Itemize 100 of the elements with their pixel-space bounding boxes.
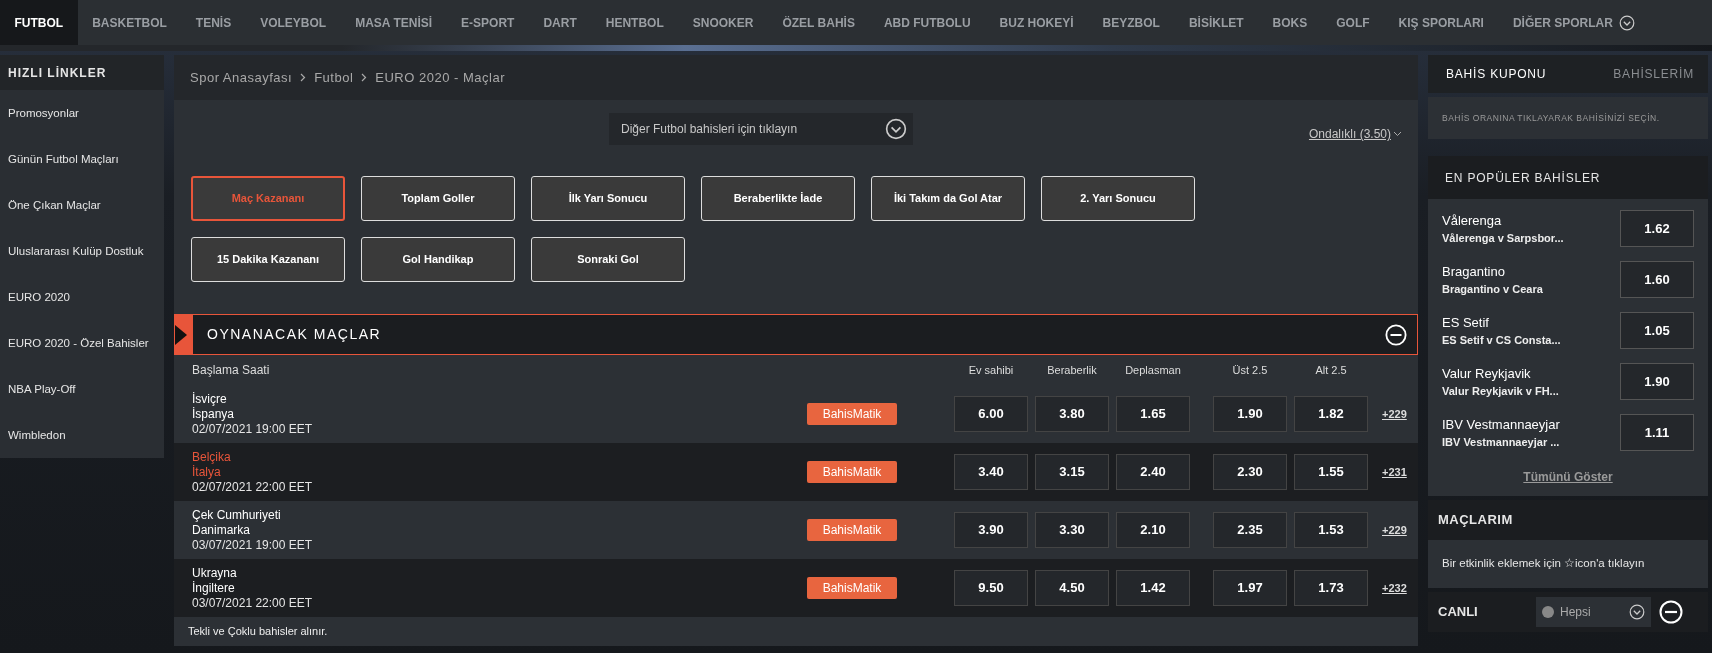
sport-tab[interactable]: KIŞ SPORLARI <box>1384 0 1499 45</box>
team-name[interactable]: İtalya <box>192 464 807 480</box>
odds-button[interactable]: 1.05 <box>1620 312 1694 349</box>
live-filter-dropdown[interactable]: Hepsi <box>1536 597 1651 627</box>
odds-button[interactable]: 2.40 <box>1116 454 1190 490</box>
selection-name: ES Setif <box>1442 313 1490 332</box>
odds-button[interactable]: 1.42 <box>1116 570 1190 606</box>
team-name[interactable]: Çek Cumhuriyeti <box>192 507 807 523</box>
sport-tab[interactable]: GOLF <box>1321 0 1385 45</box>
odds-button[interactable]: 1.62 <box>1620 210 1694 247</box>
odds-button[interactable]: 3.80 <box>1035 396 1109 432</box>
sidebar-link[interactable]: Wimbledon <box>0 412 164 458</box>
sport-tab[interactable]: SNOOKER <box>678 0 768 45</box>
my-matches-title: MAÇLARIM <box>1438 511 1513 530</box>
caret-down-icon <box>1393 131 1402 137</box>
more-markets-link[interactable]: +229 <box>1382 405 1407 423</box>
radio-dot-icon <box>1542 606 1554 618</box>
odds-button[interactable]: 1.90 <box>1213 396 1287 432</box>
sport-tab[interactable]: HENTBOL <box>591 0 679 45</box>
sport-tab[interactable]: BEYZBOL <box>1088 0 1175 45</box>
coupon-tab[interactable]: BAHİSLERİM <box>1613 65 1694 83</box>
sport-tab[interactable]: FUTBOL <box>0 0 78 45</box>
market-button[interactable]: Toplam Goller <box>361 176 515 221</box>
event-name: IBV Vestmannaeyjar ... <box>1442 435 1560 450</box>
match-time: 02/07/2021 19:00 EET <box>192 421 314 437</box>
odds-button[interactable]: 1.53 <box>1294 512 1368 548</box>
odds-button[interactable]: 1.97 <box>1213 570 1287 606</box>
breadcrumb-current[interactable]: EURO 2020 - Maçlar <box>375 67 505 88</box>
sidebar-link[interactable]: NBA Play-Off <box>0 366 164 412</box>
event-name: ES Setif v CS Consta... <box>1442 333 1561 348</box>
sidebar-link[interactable]: EURO 2020 - Özel Bahisler <box>0 320 164 366</box>
sport-tab[interactable]: BASKETBOL <box>77 0 182 45</box>
column-header: Beraberlik <box>1046 362 1098 378</box>
team-name[interactable]: İspanya <box>192 406 807 422</box>
sport-tab[interactable]: MASA TENİSİ <box>340 0 447 45</box>
column-header: Üst 2.5 <box>1231 362 1269 378</box>
odds-button[interactable]: 6.00 <box>954 396 1028 432</box>
sport-tab[interactable]: E-SPORT <box>446 0 529 45</box>
sport-tab[interactable]: BİSİKLET <box>1174 0 1259 45</box>
odds-button[interactable]: 9.50 <box>954 570 1028 606</box>
odds-button[interactable]: 2.10 <box>1116 512 1190 548</box>
column-header: Deplasman <box>1124 362 1182 378</box>
odds-button[interactable]: 2.30 <box>1213 454 1287 490</box>
team-name[interactable]: Ukrayna <box>192 565 807 581</box>
sidebar-link[interactable]: Promosyonlar <box>0 90 164 136</box>
team-name[interactable]: İngiltere <box>192 580 807 596</box>
sport-tab[interactable]: DART <box>528 0 592 45</box>
market-button[interactable]: 15 Dakika Kazananı <box>191 237 345 282</box>
sidebar-link[interactable]: EURO 2020 <box>0 274 164 320</box>
sidebar-link[interactable]: Öne Çıkan Maçlar <box>0 182 164 228</box>
odds-format-dropdown[interactable]: Ondalıklı (3.50) <box>1308 125 1402 143</box>
market-button[interactable]: İki Takım da Gol Atar <box>871 176 1025 221</box>
coupon-tab[interactable]: BAHİS KUPONU <box>1446 65 1547 83</box>
odds-button[interactable]: 3.90 <box>954 512 1028 548</box>
odds-button[interactable]: 3.40 <box>954 454 1028 490</box>
breadcrumb-link[interactable]: Spor Anasayfası <box>190 67 293 88</box>
event-name: Bragantino v Ceara <box>1442 282 1543 297</box>
selection-name: IBV Vestmannaeyjar <box>1442 415 1560 434</box>
odds-button[interactable]: 1.65 <box>1116 396 1190 432</box>
sidebar-link[interactable]: Günün Futbol Maçları <box>0 136 164 182</box>
team-name[interactable]: İsviçre <box>192 391 807 407</box>
market-button[interactable]: İlk Yarı Sonucu <box>531 176 685 221</box>
match-time: 02/07/2021 22:00 EET <box>192 479 314 495</box>
collapse-button[interactable] <box>1385 323 1407 346</box>
sport-tab[interactable]: TENİS <box>181 0 246 45</box>
odds-button[interactable]: 3.15 <box>1035 454 1109 490</box>
sport-tab[interactable]: ÖZEL BAHİS <box>767 0 870 45</box>
odds-button[interactable]: 1.73 <box>1294 570 1368 606</box>
odds-button[interactable]: 1.82 <box>1294 396 1368 432</box>
chevron-down-icon <box>1629 604 1645 620</box>
team-name[interactable]: Danimarka <box>192 522 807 538</box>
collapse-button[interactable] <box>1659 600 1683 624</box>
odds-button[interactable]: 3.30 <box>1035 512 1109 548</box>
odds-button[interactable]: 1.11 <box>1620 414 1694 451</box>
sport-tab[interactable]: BOKS <box>1258 0 1322 45</box>
odds-button[interactable]: 1.55 <box>1294 454 1368 490</box>
sport-tab[interactable]: DİĞER SPORLAR <box>1498 0 1650 45</box>
more-markets-link[interactable]: +231 <box>1382 463 1407 481</box>
odds-button[interactable]: 4.50 <box>1035 570 1109 606</box>
breadcrumb-link[interactable]: Futbol <box>314 67 354 88</box>
sport-tab[interactable]: VOLEYBOL <box>245 0 341 45</box>
chevron-down-icon <box>1618 14 1635 31</box>
odds-button[interactable]: 2.35 <box>1213 512 1287 548</box>
market-button[interactable]: Sonraki Gol <box>531 237 685 282</box>
column-header: Başlama Saati <box>192 362 270 377</box>
selection-name: Vålerenga <box>1442 211 1503 230</box>
market-button[interactable]: Beraberlikte İade <box>701 176 855 221</box>
market-button[interactable]: Gol Handikap <box>361 237 515 282</box>
sport-tab[interactable]: ABD FUTBOLU <box>869 0 986 45</box>
more-bets-dropdown[interactable]: Diğer Futbol bahisleri için tıklayın <box>609 113 913 145</box>
sidebar-link[interactable]: Uluslararası Kulüp Dostluk <box>0 228 164 274</box>
sport-tab[interactable]: BUZ HOKEYİ <box>985 0 1089 45</box>
odds-button[interactable]: 1.90 <box>1620 363 1694 400</box>
more-markets-link[interactable]: +232 <box>1382 579 1407 597</box>
show-all-link[interactable]: Tümünü Göster <box>1523 468 1613 486</box>
market-button[interactable]: 2. Yarı Sonucu <box>1041 176 1195 221</box>
collapse-icon <box>1659 600 1683 624</box>
odds-button[interactable]: 1.60 <box>1620 261 1694 298</box>
team-name[interactable]: Belçika <box>192 449 807 465</box>
more-markets-link[interactable]: +229 <box>1382 521 1407 539</box>
